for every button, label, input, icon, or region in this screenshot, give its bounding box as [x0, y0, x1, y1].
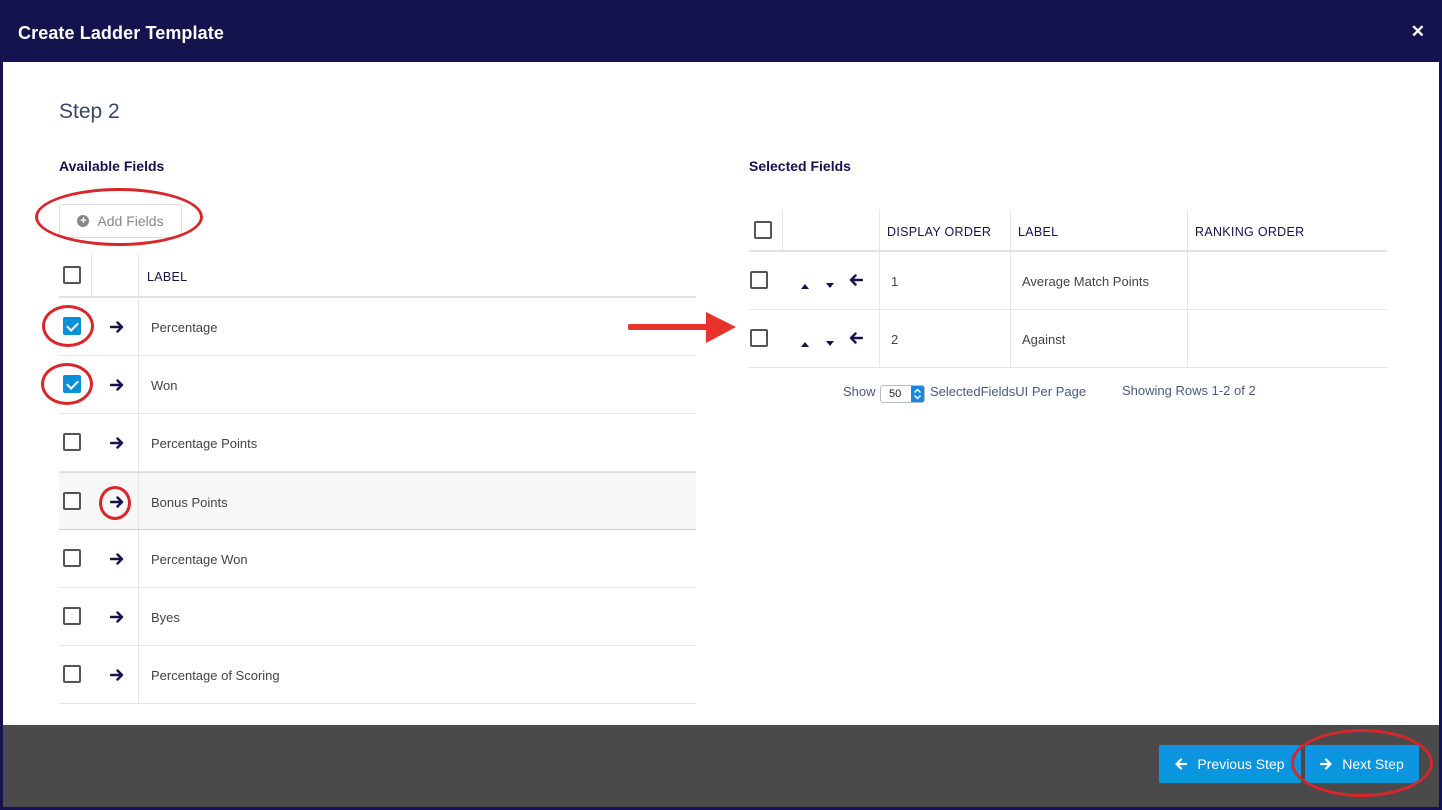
field-label: Byes: [151, 610, 180, 625]
arrow-right-icon: [1320, 758, 1332, 770]
field-label: Percentage of Scoring: [151, 668, 280, 683]
field-label: Percentage: [151, 320, 218, 335]
move-down-icon[interactable]: [826, 334, 834, 352]
field-label: Against: [1022, 332, 1066, 347]
table-row: Percentage Won: [59, 530, 696, 588]
modal-footer: Previous Step Next Step: [3, 725, 1439, 807]
modal-title: Create Ladder Template: [18, 23, 224, 43]
arrow-right-icon[interactable]: [109, 436, 124, 450]
next-step-button[interactable]: Next Step: [1305, 745, 1419, 783]
arrow-right-icon[interactable]: [109, 320, 124, 334]
arrow-right-icon[interactable]: [109, 610, 124, 624]
selected-fields-title: Selected Fields: [749, 158, 851, 174]
add-fields-label: Add Fields: [97, 213, 164, 229]
next-step-label: Next Step: [1342, 756, 1404, 772]
column-display-order-header: DISPLAY ORDER: [887, 225, 992, 239]
arrow-right-icon[interactable]: [109, 378, 124, 392]
field-label: Percentage Points: [151, 436, 258, 451]
per-page-value: 50: [889, 388, 902, 400]
arrow-left-icon[interactable]: [849, 273, 864, 287]
row-checkbox[interactable]: [63, 433, 81, 451]
row-checkbox[interactable]: [63, 665, 81, 683]
chevron-updown-icon: [911, 386, 924, 402]
table-row: Percentage: [59, 298, 696, 356]
display-order-value: 2: [891, 332, 899, 347]
field-label: Won: [151, 378, 178, 393]
arrow-right-icon[interactable]: [109, 552, 124, 566]
move-up-icon[interactable]: [801, 276, 809, 294]
field-label: Average Match Points: [1022, 274, 1149, 289]
table-header: LABEL: [59, 254, 696, 298]
row-checkbox[interactable]: [63, 375, 81, 393]
row-checkbox[interactable]: [63, 549, 81, 567]
annotation-arrow-icon: [628, 312, 736, 343]
column-label-header: LABEL: [147, 270, 188, 284]
select-all-checkbox[interactable]: [754, 221, 772, 239]
per-page-select[interactable]: 50: [880, 385, 925, 403]
table-row: Byes: [59, 588, 696, 646]
pager-show-label: Show: [843, 384, 876, 399]
row-checkbox[interactable]: [750, 271, 768, 289]
modal-header: Create Ladder Template ✕: [3, 4, 1439, 62]
table-row: 1 Average Match Points: [749, 252, 1387, 310]
column-label-header: LABEL: [1018, 225, 1059, 239]
arrow-left-icon: [1175, 758, 1188, 770]
table-row: Won: [59, 356, 696, 414]
arrow-left-icon[interactable]: [849, 331, 864, 345]
selected-fields-table: DISPLAY ORDER LABEL RANKING ORDER 1 Avera…: [749, 210, 1387, 368]
plus-circle-icon: +: [77, 215, 90, 227]
move-up-icon[interactable]: [801, 334, 809, 352]
arrow-right-icon[interactable]: [109, 495, 124, 509]
table-row: Bonus Points: [59, 472, 696, 530]
arrow-right-icon[interactable]: [109, 668, 124, 682]
field-label: Bonus Points: [151, 495, 228, 510]
available-fields-table: LABEL Percentage Won Percentage Points Bonu…: [59, 254, 696, 704]
add-fields-button[interactable]: + Add Fields: [59, 204, 182, 238]
move-down-icon[interactable]: [826, 276, 834, 294]
close-icon[interactable]: ✕: [1411, 22, 1425, 42]
per-page-label: SelectedFieldsUI Per Page: [930, 384, 1087, 399]
create-ladder-template-modal: Create Ladder Template ✕ Step 2 Availabl…: [3, 4, 1439, 807]
column-ranking-order-header: RANKING ORDER: [1195, 225, 1305, 239]
table-row: Percentage Points: [59, 414, 696, 472]
row-checkbox[interactable]: [750, 329, 768, 347]
select-all-checkbox[interactable]: [63, 266, 81, 284]
row-checkbox[interactable]: [63, 492, 81, 510]
showing-rows-label: Showing Rows 1-2 of 2: [1122, 383, 1256, 398]
row-checkbox[interactable]: [63, 317, 81, 335]
step-heading: Step 2: [59, 100, 120, 123]
available-fields-title: Available Fields: [59, 158, 165, 174]
field-label: Percentage Won: [151, 552, 248, 567]
display-order-value: 1: [891, 274, 899, 289]
table-row: Percentage of Scoring: [59, 646, 696, 704]
row-checkbox[interactable]: [63, 607, 81, 625]
table-header: DISPLAY ORDER LABEL RANKING ORDER: [749, 210, 1387, 252]
previous-step-label: Previous Step: [1197, 756, 1285, 772]
previous-step-button[interactable]: Previous Step: [1159, 745, 1301, 783]
table-row: 2 Against: [749, 310, 1387, 368]
